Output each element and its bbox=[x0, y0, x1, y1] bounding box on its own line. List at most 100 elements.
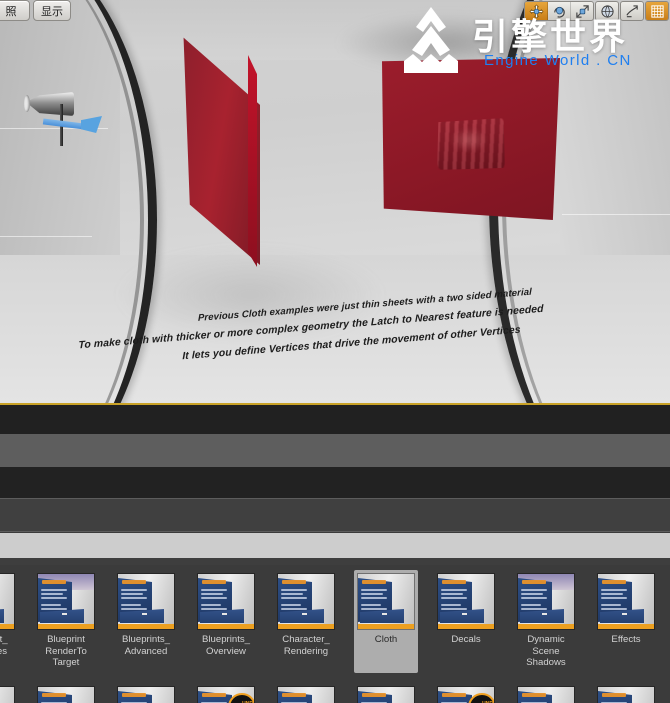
content-browser-row-1[interactable]: UNR Blueprint_ Examples UNR Blueprint Rende… bbox=[0, 570, 670, 673]
thumbnail-panel-line bbox=[361, 604, 381, 606]
thumbnail-accent-bar bbox=[438, 624, 494, 629]
tile-thumbnail[interactable]: UNR bbox=[38, 687, 94, 703]
thumbnail-panel-line bbox=[601, 593, 623, 595]
thumbnail-panel-line bbox=[601, 608, 627, 610]
snap-group[interactable] bbox=[620, 1, 644, 21]
grid-snap-group[interactable] bbox=[645, 1, 669, 21]
thumbnail-highlight bbox=[302, 613, 307, 615]
thumbnail-panel-line bbox=[441, 593, 463, 595]
tile-thumbnail[interactable]: UNR bbox=[598, 574, 654, 629]
tile-row2-5[interactable]: UNR bbox=[274, 683, 338, 703]
tile-decals[interactable]: UNR Decals bbox=[434, 570, 498, 673]
tile-thumbnail[interactable]: UNR bbox=[438, 687, 494, 703]
tile-label: Blueprint RenderTo Target bbox=[45, 634, 87, 668]
translate-gizmo-x-axis[interactable] bbox=[42, 116, 102, 133]
band-mid-2[interactable] bbox=[0, 499, 670, 532]
thumbnail-panel-line bbox=[441, 597, 467, 599]
tile-row2-8[interactable]: UNR bbox=[514, 683, 578, 703]
thumbnail-panel-line bbox=[441, 589, 467, 591]
translate-gizmo-icon[interactable] bbox=[525, 2, 548, 20]
band-mid-1[interactable] bbox=[0, 434, 670, 467]
tile-cloth[interactable]: UNR Cloth bbox=[354, 570, 418, 673]
thumbnail-floor bbox=[0, 609, 4, 623]
tile-label: Blueprint_ Examples bbox=[0, 634, 8, 657]
viewport-toolbar-right[interactable] bbox=[524, 1, 669, 21]
transform-mode-group[interactable] bbox=[524, 1, 594, 21]
thumbnail-highlight bbox=[542, 613, 547, 615]
gizmo-arrowhead-icon bbox=[81, 116, 102, 133]
tile-thumbnail[interactable]: UNR bbox=[198, 574, 254, 629]
tile-thumbnail[interactable]: UNR bbox=[358, 687, 414, 703]
thumbnail-panel-line bbox=[121, 597, 147, 599]
tile-thumbnail[interactable]: UNR bbox=[118, 574, 174, 629]
viewport-toolbar-left[interactable]: 照 显示 bbox=[0, 0, 71, 21]
tile-thumbnail[interactable]: UNR bbox=[598, 687, 654, 703]
tile-thumbnail[interactable]: UNR bbox=[518, 687, 574, 703]
tile-row2-9[interactable]: UNR bbox=[594, 683, 658, 703]
surface-snap-icon[interactable] bbox=[621, 2, 643, 20]
tile-dynamic-scene-shadows[interactable]: UNR Dynamic Scene Shadows bbox=[514, 570, 578, 673]
grid-snap-icon[interactable] bbox=[646, 2, 668, 20]
tile-row2-2[interactable]: UNR bbox=[34, 683, 98, 703]
thumbnail-panel-line bbox=[521, 604, 541, 606]
tile-blueprints-advanced[interactable]: UNR Blueprints_ Advanced bbox=[114, 570, 178, 673]
thumbnail-panel-line bbox=[601, 604, 621, 606]
tile-thumbnail[interactable]: UNR bbox=[358, 574, 414, 629]
tile-blueprint-examples[interactable]: UNR Blueprint_ Examples bbox=[0, 570, 18, 673]
band-separator-2 bbox=[0, 531, 670, 532]
thumbnail-panel-line bbox=[121, 608, 147, 610]
thumbnail-highlight bbox=[622, 613, 627, 615]
scale-gizmo-icon[interactable] bbox=[571, 2, 593, 20]
tile-label: Blueprints_ Overview bbox=[202, 634, 250, 657]
tile-thumbnail[interactable]: UNR bbox=[518, 574, 574, 629]
thumbnail-panel-line bbox=[281, 589, 307, 591]
thumbnail-accent-bar bbox=[38, 624, 94, 629]
thumbnail-panel-line bbox=[521, 593, 543, 595]
thumbnail-accent-bar bbox=[0, 624, 14, 629]
thumbnail-panel-line bbox=[41, 593, 63, 595]
thumbnail-panel-title bbox=[362, 580, 386, 584]
tile-row2-1[interactable]: UNR bbox=[0, 683, 18, 703]
tile-row2-7[interactable]: UNR bbox=[434, 683, 498, 703]
tile-thumbnail[interactable]: UNR bbox=[278, 687, 334, 703]
thumbnail-panel-title bbox=[522, 580, 546, 584]
thumbnail-panel-line bbox=[281, 597, 307, 599]
thumbnail-panel-line bbox=[601, 597, 627, 599]
thumbnail-panel-line bbox=[521, 608, 547, 610]
tile-row2-4[interactable]: UNR bbox=[194, 683, 258, 703]
coordinate-system-group[interactable] bbox=[595, 1, 619, 21]
tile-thumbnail[interactable]: UNR bbox=[278, 574, 334, 629]
tile-thumbnail[interactable]: UNR bbox=[38, 574, 94, 629]
tile-label: Blueprints_ Advanced bbox=[122, 634, 170, 657]
world-coordinate-icon[interactable] bbox=[596, 2, 618, 20]
thumbnail-panel-line bbox=[121, 604, 141, 606]
level-viewport[interactable]: Previous Cloth examples were just thin s… bbox=[0, 0, 670, 405]
tile-thumbnail[interactable]: UNR bbox=[118, 687, 174, 703]
thumbnail-panel-line bbox=[361, 589, 387, 591]
thumbnail-panel-line bbox=[601, 589, 627, 591]
thumbnail-accent-bar bbox=[358, 624, 414, 629]
tile-row2-3[interactable]: UNR bbox=[114, 683, 178, 703]
tile-thumbnail[interactable]: UNR bbox=[438, 574, 494, 629]
thumbnail-panel-line bbox=[361, 597, 387, 599]
tile-effects[interactable]: UNR Effects bbox=[594, 570, 658, 673]
band-dark-1 bbox=[0, 405, 670, 434]
tile-row2-6[interactable]: UNR bbox=[354, 683, 418, 703]
lighting-button[interactable]: 照 bbox=[0, 0, 30, 21]
rotate-gizmo-icon[interactable] bbox=[548, 2, 571, 20]
thumbnail-accent-bar bbox=[598, 624, 654, 629]
tile-thumbnail[interactable]: UNR bbox=[0, 687, 14, 703]
thumbnail-panel-line bbox=[121, 593, 143, 595]
content-browser-row-2[interactable]: UNRUNRUNRUNRUNRUNRUNRUNRUNRUNR bbox=[0, 683, 670, 703]
tile-character-rendering[interactable]: UNR Character_ Rendering bbox=[274, 570, 338, 673]
tile-thumbnail[interactable]: UNR bbox=[0, 574, 14, 629]
screenshot-root: Previous Cloth examples were just thin s… bbox=[0, 0, 670, 703]
gizmo-shaft bbox=[42, 118, 86, 130]
band-light[interactable] bbox=[0, 533, 670, 558]
tile-blueprint-render-to-target[interactable]: UNR Blueprint RenderTo Target bbox=[34, 570, 98, 673]
content-browser-strip[interactable]: UNR Blueprint_ Examples UNR Blueprint Rende… bbox=[0, 565, 670, 703]
tile-blueprints-overview[interactable]: UNR Blueprints_ Overview bbox=[194, 570, 258, 673]
thumbnail-panel-title bbox=[602, 580, 626, 584]
tile-thumbnail[interactable]: UNR bbox=[198, 687, 254, 703]
show-button[interactable]: 显示 bbox=[33, 0, 71, 21]
